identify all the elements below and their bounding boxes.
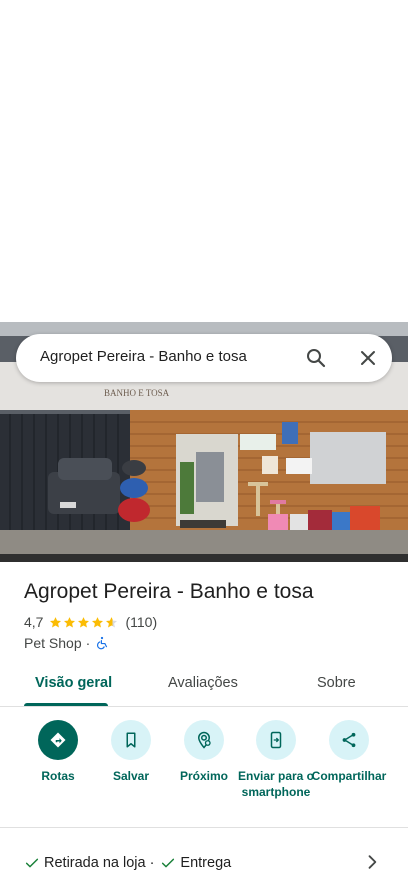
bookmark-icon [126, 732, 136, 748]
rating-row[interactable]: 4,7 (110) [24, 614, 157, 630]
check-icon [162, 858, 175, 868]
send-to-phone-button-circle [256, 720, 296, 760]
nearby-button-circle [184, 720, 224, 760]
half-star-icon [106, 616, 118, 627]
place-category: Pet Shop [24, 635, 82, 651]
feature-pickup-label: Retirada na loja [44, 855, 146, 871]
search-bar[interactable]: Agropet Pereira - Banho e tosa [16, 334, 392, 382]
star-icon [50, 616, 62, 627]
tab-overview[interactable]: Visão geral [35, 675, 112, 691]
store-sign-text: BANHO E TOSA [104, 388, 170, 398]
feature-delivery-label: Entrega [180, 855, 232, 871]
share-button-circle [329, 720, 369, 760]
share-icon [342, 732, 356, 748]
star-icon [64, 616, 76, 627]
action-row: Rotas Salvar Próximo Enviar para o smart… [0, 720, 408, 820]
search-icon[interactable] [304, 346, 328, 370]
tab-bar: Visão geral Avaliações Sobre [0, 664, 408, 707]
rating-value: 4,7 [24, 614, 44, 630]
nearby-icon [197, 731, 211, 749]
directions-button-circle [38, 720, 78, 760]
star-icon [92, 616, 104, 627]
directions-button[interactable]: Rotas [18, 720, 98, 784]
star-icon [78, 616, 90, 627]
review-count[interactable]: (110) [125, 614, 157, 630]
service-options-row[interactable]: Retirada na loja · Entrega [0, 842, 408, 882]
feature-separator: · [149, 855, 155, 871]
place-title: Agropet Pereira - Banho e tosa [24, 580, 314, 603]
directions-icon [50, 732, 66, 748]
section-divider [0, 827, 408, 828]
nearby-button[interactable]: Próximo [164, 720, 244, 784]
share-button[interactable]: Compartilhar [309, 720, 389, 784]
tab-about[interactable]: Sobre [317, 675, 356, 691]
close-icon[interactable] [356, 346, 380, 370]
check-icon [25, 858, 39, 868]
send-to-phone-label: Enviar para o smartphone [237, 769, 315, 799]
save-button-circle [111, 720, 151, 760]
category-separator: · [85, 635, 91, 651]
send-to-phone-icon [270, 731, 282, 749]
category-row: Pet Shop · [24, 635, 109, 651]
directions-label: Rotas [41, 769, 75, 783]
share-label: Compartilhar [311, 769, 387, 783]
active-tab-indicator [24, 703, 108, 706]
save-button[interactable]: Salvar [91, 720, 171, 784]
search-query[interactable]: Agropet Pereira - Banho e tosa [40, 348, 247, 365]
rating-stars [49, 616, 119, 629]
wheelchair-accessible-icon [95, 636, 109, 650]
send-to-phone-button[interactable]: Enviar para o smartphone [236, 720, 316, 800]
save-label: Salvar [112, 769, 150, 783]
tab-reviews[interactable]: Avaliações [168, 675, 238, 691]
feature-pickup: Retirada na loja · Entrega [24, 855, 231, 871]
nearby-label: Próximo [179, 769, 228, 783]
chevron-right-icon[interactable] [362, 852, 382, 872]
